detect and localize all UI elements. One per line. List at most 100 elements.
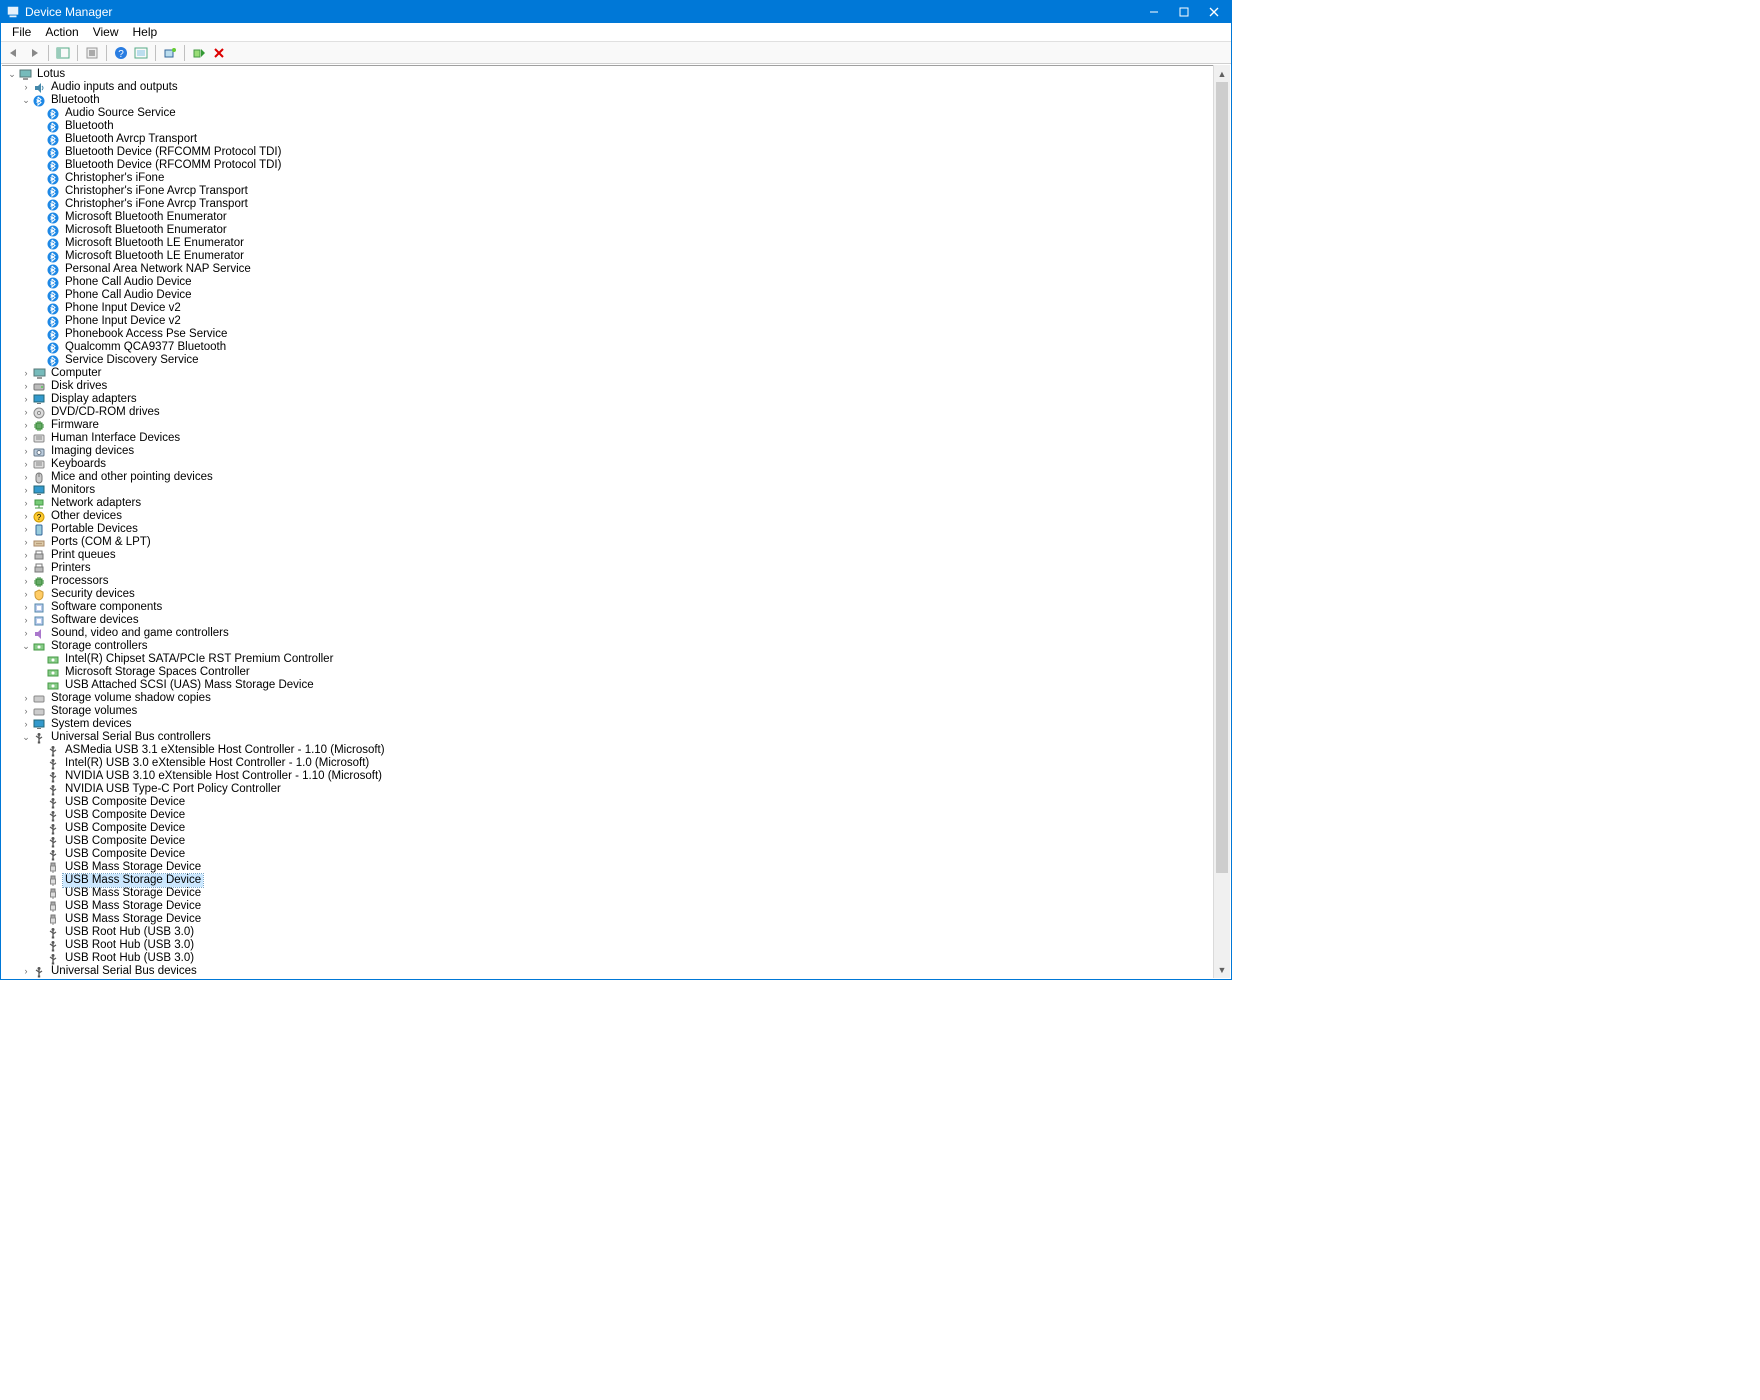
tree-item[interactable]: ›Ports (COM & LPT) [2, 536, 1230, 549]
scroll-up-button[interactable]: ▲ [1214, 65, 1230, 82]
tree-item[interactable]: USB Mass Storage Device [2, 887, 1230, 900]
expander-icon[interactable]: › [20, 523, 32, 536]
tree-item[interactable]: ›Security devices [2, 588, 1230, 601]
tree-item[interactable]: ›Display adapters [2, 393, 1230, 406]
tree-item[interactable]: Intel(R) Chipset SATA/PCIe RST Premium C… [2, 653, 1230, 666]
expander-icon[interactable]: › [20, 471, 32, 484]
menu-help[interactable]: Help [126, 24, 165, 40]
disable-device-button[interactable] [210, 44, 228, 62]
tree-item[interactable]: ASMedia USB 3.1 eXtensible Host Controll… [2, 744, 1230, 757]
expander-icon[interactable]: ⌄ [6, 68, 18, 81]
tree-item[interactable]: USB Composite Device [2, 822, 1230, 835]
tree-item[interactable]: ›Monitors [2, 484, 1230, 497]
tree-item[interactable]: Bluetooth Device (RFCOMM Protocol TDI) [2, 159, 1230, 172]
tree-item[interactable]: ›?Other devices [2, 510, 1230, 523]
update-driver-button[interactable] [132, 44, 150, 62]
tree-item[interactable]: Bluetooth Device (RFCOMM Protocol TDI) [2, 146, 1230, 159]
expander-icon[interactable]: › [20, 380, 32, 393]
expander-icon[interactable]: › [20, 601, 32, 614]
tree-item[interactable]: ›Print queues [2, 549, 1230, 562]
tree-item[interactable]: ⌄Universal Serial Bus controllers [2, 731, 1230, 744]
expander-icon[interactable]: › [20, 705, 32, 718]
back-button[interactable] [5, 44, 23, 62]
tree-item[interactable]: ›Firmware [2, 419, 1230, 432]
tree-item[interactable]: Phone Call Audio Device [2, 289, 1230, 302]
tree-item[interactable]: USB Composite Device [2, 835, 1230, 848]
menu-action[interactable]: Action [38, 24, 85, 40]
expander-icon[interactable]: › [20, 432, 32, 445]
expander-icon[interactable]: › [20, 393, 32, 406]
expander-icon[interactable]: › [20, 406, 32, 419]
tree-item[interactable]: Phone Call Audio Device [2, 276, 1230, 289]
tree-item[interactable]: USB Composite Device [2, 796, 1230, 809]
tree-item[interactable]: ›Processors [2, 575, 1230, 588]
tree-item[interactable]: ›Storage volume shadow copies [2, 692, 1230, 705]
expander-icon[interactable]: › [20, 510, 32, 523]
expander-icon[interactable]: › [20, 484, 32, 497]
expander-icon[interactable]: › [20, 692, 32, 705]
expander-icon[interactable]: › [20, 627, 32, 640]
tree-item[interactable]: ›Network adapters [2, 497, 1230, 510]
scan-hardware-button[interactable] [161, 44, 179, 62]
scroll-down-button[interactable]: ▼ [1214, 961, 1230, 978]
expander-icon[interactable]: › [20, 588, 32, 601]
tree-item[interactable]: ›Software components [2, 601, 1230, 614]
tree-item[interactable]: Christopher's iFone Avrcp Transport [2, 185, 1230, 198]
tree-item[interactable]: ›System devices [2, 718, 1230, 731]
tree-item[interactable]: USB Composite Device [2, 809, 1230, 822]
expander-icon[interactable]: › [20, 81, 32, 94]
tree-item[interactable]: ›Mice and other pointing devices [2, 471, 1230, 484]
tree-item[interactable]: Qualcomm QCA9377 Bluetooth [2, 341, 1230, 354]
expander-icon[interactable]: › [20, 549, 32, 562]
enable-device-button[interactable] [190, 44, 208, 62]
tree-item[interactable]: ⌄Lotus [2, 68, 1230, 81]
tree-item[interactable]: Microsoft Bluetooth Enumerator [2, 224, 1230, 237]
tree-item[interactable]: Microsoft Bluetooth LE Enumerator [2, 237, 1230, 250]
tree-item[interactable]: USB Root Hub (USB 3.0) [2, 939, 1230, 952]
expander-icon[interactable]: › [20, 562, 32, 575]
properties-button[interactable] [83, 44, 101, 62]
tree-item[interactable]: USB Attached SCSI (UAS) Mass Storage Dev… [2, 679, 1230, 692]
tree-item[interactable]: ›Human Interface Devices [2, 432, 1230, 445]
expander-icon[interactable]: › [20, 536, 32, 549]
scrollbar-thumb[interactable] [1216, 82, 1228, 873]
tree-item[interactable]: ›Universal Serial Bus devices [2, 965, 1230, 978]
tree-item[interactable]: ›Disk drives [2, 380, 1230, 393]
tree-item[interactable]: NVIDIA USB 3.10 eXtensible Host Controll… [2, 770, 1230, 783]
tree-item[interactable]: Phonebook Access Pse Service [2, 328, 1230, 341]
forward-button[interactable] [25, 44, 43, 62]
tree-item[interactable]: USB Mass Storage Device [2, 913, 1230, 926]
tree-item[interactable]: ›Audio inputs and outputs [2, 81, 1230, 94]
expander-icon[interactable]: › [20, 965, 32, 978]
menu-view[interactable]: View [86, 24, 126, 40]
expander-icon[interactable]: › [20, 367, 32, 380]
tree-item[interactable]: USB Mass Storage Device [2, 861, 1230, 874]
tree-item[interactable]: Intel(R) USB 3.0 eXtensible Host Control… [2, 757, 1230, 770]
tree-item[interactable]: Audio Source Service [2, 107, 1230, 120]
expander-icon[interactable]: › [20, 497, 32, 510]
vertical-scrollbar[interactable]: ▲ ▼ [1213, 65, 1230, 978]
maximize-button[interactable] [1169, 1, 1199, 23]
tree-item[interactable]: USB Root Hub (USB 3.0) [2, 952, 1230, 965]
close-button[interactable] [1199, 1, 1229, 23]
tree-item[interactable]: ›Software devices [2, 614, 1230, 627]
tree-item[interactable]: NVIDIA USB Type-C Port Policy Controller [2, 783, 1230, 796]
tree-item[interactable]: ⌄Bluetooth [2, 94, 1230, 107]
tree-item[interactable]: ›Portable Devices [2, 523, 1230, 536]
tree-item[interactable]: USB Mass Storage Device [2, 874, 1230, 887]
device-tree[interactable]: ⌄Lotus›Audio inputs and outputs⌄Bluetoot… [2, 66, 1230, 978]
tree-item[interactable]: ›Sound, video and game controllers [2, 627, 1230, 640]
expander-icon[interactable]: › [20, 614, 32, 627]
expander-icon[interactable]: ⌄ [20, 640, 32, 653]
tree-item[interactable]: Service Discovery Service [2, 354, 1230, 367]
tree-item[interactable]: ›DVD/CD-ROM drives [2, 406, 1230, 419]
expander-icon[interactable]: › [20, 575, 32, 588]
tree-item[interactable]: ›Imaging devices [2, 445, 1230, 458]
tree-item[interactable]: Microsoft Storage Spaces Controller [2, 666, 1230, 679]
menu-file[interactable]: File [5, 24, 38, 40]
tree-item[interactable]: Microsoft Bluetooth LE Enumerator [2, 250, 1230, 263]
help-button[interactable]: ? [112, 44, 130, 62]
expander-icon[interactable]: › [20, 445, 32, 458]
tree-item[interactable]: Phone Input Device v2 [2, 302, 1230, 315]
scrollbar-track[interactable] [1214, 82, 1230, 961]
